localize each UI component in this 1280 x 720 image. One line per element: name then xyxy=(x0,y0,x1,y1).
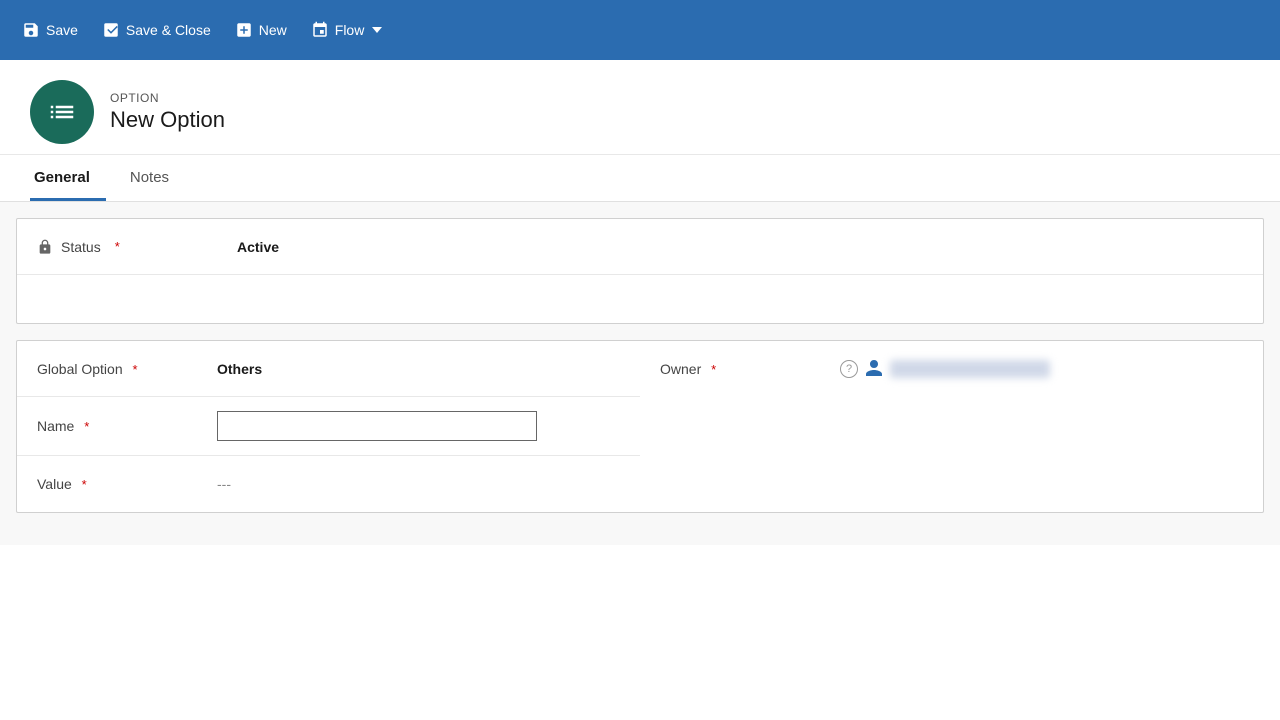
owner-value-wrap: ? xyxy=(840,358,1243,381)
toolbar: Save Save & Close New Flow xyxy=(0,0,1280,60)
save-button[interactable]: Save xyxy=(12,15,88,45)
status-required: * xyxy=(115,239,120,254)
tab-notes-label: Notes xyxy=(130,169,169,186)
name-label: Name * xyxy=(37,418,217,434)
status-value: Active xyxy=(237,239,279,255)
name-row: Name * xyxy=(17,397,640,456)
save-close-button[interactable]: Save & Close xyxy=(92,15,221,45)
global-option-required: * xyxy=(133,362,138,377)
value-required: * xyxy=(82,477,87,492)
save-label: Save xyxy=(46,22,78,38)
status-section: Status * Active xyxy=(16,218,1264,324)
flow-chevron-icon xyxy=(372,27,382,33)
save-close-label: Save & Close xyxy=(126,22,211,38)
tabs-bar: General Notes xyxy=(0,155,1280,202)
global-option-value: Others xyxy=(217,361,262,377)
new-label: New xyxy=(259,22,287,38)
lock-icon xyxy=(37,239,53,255)
owner-name-blurred xyxy=(890,360,1050,378)
tab-general-label: General xyxy=(34,169,90,186)
status-row: Status * Active xyxy=(17,219,1263,275)
name-input-wrap xyxy=(217,411,620,441)
person-icon xyxy=(864,358,884,381)
entity-list-icon xyxy=(47,97,77,127)
entity-avatar xyxy=(30,80,94,144)
value-input-wrap: --- xyxy=(217,476,620,492)
status-label-group: Status * xyxy=(37,239,237,255)
new-button[interactable]: New xyxy=(225,15,297,45)
name-required: * xyxy=(84,419,89,434)
value-label: Value * xyxy=(37,476,217,492)
flow-icon xyxy=(311,21,329,39)
fields-section: Global Option * Others Name * xyxy=(16,340,1264,513)
owner-label-text: Owner xyxy=(660,361,701,377)
save-close-icon xyxy=(102,21,120,39)
value-row: Value * --- xyxy=(17,456,640,512)
status-spacer xyxy=(17,275,1263,323)
content-area: Status * Active Global Option * Others xyxy=(0,202,1280,545)
global-option-value-wrap: Others xyxy=(217,361,620,377)
global-option-label-text: Global Option xyxy=(37,361,123,377)
value-placeholder: --- xyxy=(217,476,231,492)
flow-button[interactable]: Flow xyxy=(301,15,393,45)
entity-title-group: OPTION New Option xyxy=(110,91,225,133)
owner-row: Owner * ? xyxy=(640,341,1263,397)
left-column: Global Option * Others Name * xyxy=(17,341,640,512)
value-label-text: Value xyxy=(37,476,72,492)
status-label-text: Status xyxy=(61,239,101,255)
tab-general[interactable]: General xyxy=(30,155,106,201)
name-input[interactable] xyxy=(217,411,537,441)
save-icon xyxy=(22,21,40,39)
global-option-label: Global Option * xyxy=(37,361,217,377)
owner-label: Owner * xyxy=(660,361,840,377)
owner-help-icon[interactable]: ? xyxy=(840,360,858,378)
name-label-text: Name xyxy=(37,418,74,434)
new-icon xyxy=(235,21,253,39)
tab-notes[interactable]: Notes xyxy=(126,155,185,201)
owner-required: * xyxy=(711,362,716,377)
entity-type-label: OPTION xyxy=(110,91,225,105)
right-column: Owner * ? xyxy=(640,341,1263,512)
entity-header: OPTION New Option xyxy=(0,60,1280,155)
form-grid: Global Option * Others Name * xyxy=(17,341,1263,512)
entity-name-label: New Option xyxy=(110,107,225,133)
global-option-row: Global Option * Others xyxy=(17,341,640,397)
owner-field: ? xyxy=(840,358,1050,381)
flow-label: Flow xyxy=(335,22,365,38)
